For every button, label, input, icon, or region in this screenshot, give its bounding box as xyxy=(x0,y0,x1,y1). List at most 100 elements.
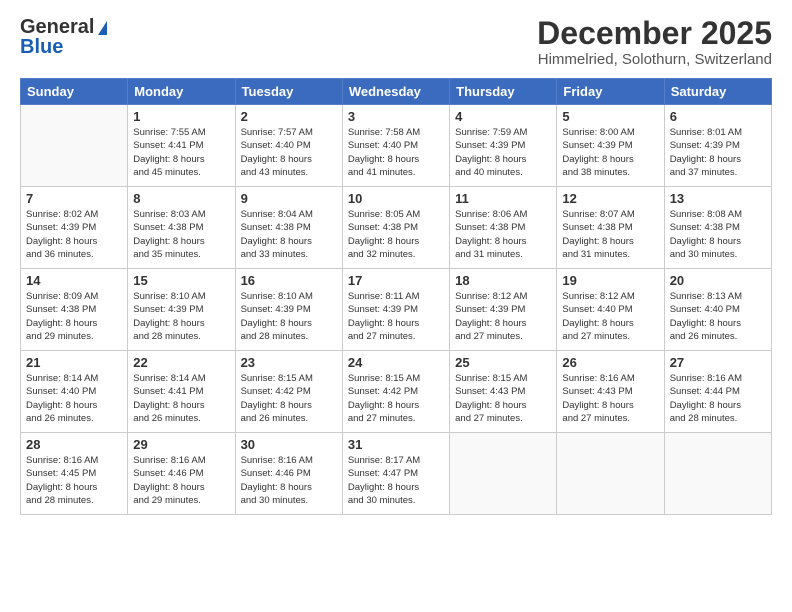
calendar-week-row: 28 Sunrise: 8:16 AM Sunset: 4:45 PM Dayli… xyxy=(21,433,772,515)
table-row: 8 Sunrise: 8:03 AM Sunset: 4:38 PM Daylig… xyxy=(128,187,235,269)
day-info: Sunrise: 8:05 AM Sunset: 4:38 PM Dayligh… xyxy=(348,208,444,261)
table-row xyxy=(21,105,128,187)
table-row: 2 Sunrise: 7:57 AM Sunset: 4:40 PM Daylig… xyxy=(235,105,342,187)
day-info: Sunrise: 8:03 AM Sunset: 4:38 PM Dayligh… xyxy=(133,208,229,261)
day-number: 29 xyxy=(133,437,229,452)
table-row: 24Sunrise: 8:15 AM Sunset: 4:42 PM Dayli… xyxy=(342,351,449,433)
table-row: 22Sunrise: 8:14 AM Sunset: 4:41 PM Dayli… xyxy=(128,351,235,433)
day-number: 22 xyxy=(133,355,229,370)
day-info: Sunrise: 8:10 AM Sunset: 4:39 PM Dayligh… xyxy=(241,290,337,343)
day-info: Sunrise: 8:04 AM Sunset: 4:38 PM Dayligh… xyxy=(241,208,337,261)
day-number: 18 xyxy=(455,273,551,288)
day-number: 5 xyxy=(562,109,658,124)
logo-blue: Blue xyxy=(20,36,63,59)
day-number: 14 xyxy=(26,273,122,288)
table-row: 14Sunrise: 8:09 AM Sunset: 4:38 PM Dayli… xyxy=(21,269,128,351)
day-number: 20 xyxy=(670,273,766,288)
day-number: 26 xyxy=(562,355,658,370)
calendar-table: Sunday Monday Tuesday Wednesday Thursday… xyxy=(20,78,772,515)
day-info: Sunrise: 8:15 AM Sunset: 4:42 PM Dayligh… xyxy=(241,372,337,425)
day-info: Sunrise: 8:07 AM Sunset: 4:38 PM Dayligh… xyxy=(562,208,658,261)
day-number: 2 xyxy=(241,109,337,124)
calendar-week-row: 14Sunrise: 8:09 AM Sunset: 4:38 PM Dayli… xyxy=(21,269,772,351)
header-saturday: Saturday xyxy=(664,79,771,105)
table-row xyxy=(664,433,771,515)
header-monday: Monday xyxy=(128,79,235,105)
day-info: Sunrise: 8:02 AM Sunset: 4:39 PM Dayligh… xyxy=(26,208,122,261)
day-number: 31 xyxy=(348,437,444,452)
day-info: Sunrise: 8:12 AM Sunset: 4:39 PM Dayligh… xyxy=(455,290,551,343)
table-row: 11Sunrise: 8:06 AM Sunset: 4:38 PM Dayli… xyxy=(450,187,557,269)
table-row: 27 Sunrise: 8:16 AM Sunset: 4:44 PM Dayli… xyxy=(664,351,771,433)
day-info: Sunrise: 8:16 AM Sunset: 4:46 PM Dayligh… xyxy=(133,454,229,507)
day-info: Sunrise: 8:13 AM Sunset: 4:40 PM Dayligh… xyxy=(670,290,766,343)
day-number: 16 xyxy=(241,273,337,288)
table-row xyxy=(450,433,557,515)
day-info: Sunrise: 7:58 AM Sunset: 4:40 PM Dayligh… xyxy=(348,126,444,179)
day-number: 28 xyxy=(26,437,122,452)
logo: General Blue xyxy=(20,16,107,59)
table-row: 15 Sunrise: 8:10 AM Sunset: 4:39 PM Dayli… xyxy=(128,269,235,351)
table-row: 1 Sunrise: 7:55 AM Sunset: 4:41 PM Daylig… xyxy=(128,105,235,187)
table-row xyxy=(557,433,664,515)
day-info: Sunrise: 8:16 AM Sunset: 4:44 PM Dayligh… xyxy=(670,372,766,425)
table-row: 4 Sunrise: 7:59 AM Sunset: 4:39 PM Daylig… xyxy=(450,105,557,187)
day-number: 3 xyxy=(348,109,444,124)
logo-triangle-icon xyxy=(98,21,107,35)
table-row: 10 Sunrise: 8:05 AM Sunset: 4:38 PM Dayli… xyxy=(342,187,449,269)
calendar-week-row: 21Sunrise: 8:14 AM Sunset: 4:40 PM Dayli… xyxy=(21,351,772,433)
day-number: 12 xyxy=(562,191,658,206)
day-number: 17 xyxy=(348,273,444,288)
table-row: 17 Sunrise: 8:11 AM Sunset: 4:39 PM Dayli… xyxy=(342,269,449,351)
day-number: 10 xyxy=(348,191,444,206)
table-row: 21Sunrise: 8:14 AM Sunset: 4:40 PM Dayli… xyxy=(21,351,128,433)
day-number: 27 xyxy=(670,355,766,370)
day-info: Sunrise: 8:16 AM Sunset: 4:43 PM Dayligh… xyxy=(562,372,658,425)
day-number: 4 xyxy=(455,109,551,124)
day-number: 21 xyxy=(26,355,122,370)
title-block: December 2025 Himmelried, Solothurn, Swi… xyxy=(537,16,772,68)
day-info: Sunrise: 8:06 AM Sunset: 4:38 PM Dayligh… xyxy=(455,208,551,261)
day-number: 23 xyxy=(241,355,337,370)
location: Himmelried, Solothurn, Switzerland xyxy=(537,51,772,68)
calendar-week-row: 7 Sunrise: 8:02 AM Sunset: 4:39 PM Daylig… xyxy=(21,187,772,269)
table-row: 28 Sunrise: 8:16 AM Sunset: 4:45 PM Dayli… xyxy=(21,433,128,515)
table-row: 6 Sunrise: 8:01 AM Sunset: 4:39 PM Daylig… xyxy=(664,105,771,187)
table-row: 19Sunrise: 8:12 AM Sunset: 4:40 PM Dayli… xyxy=(557,269,664,351)
day-info: Sunrise: 7:57 AM Sunset: 4:40 PM Dayligh… xyxy=(241,126,337,179)
day-info: Sunrise: 8:16 AM Sunset: 4:46 PM Dayligh… xyxy=(241,454,337,507)
table-row: 9 Sunrise: 8:04 AM Sunset: 4:38 PM Daylig… xyxy=(235,187,342,269)
table-row: 31 Sunrise: 8:17 AM Sunset: 4:47 PM Dayli… xyxy=(342,433,449,515)
day-number: 25 xyxy=(455,355,551,370)
day-number: 9 xyxy=(241,191,337,206)
table-row: 16 Sunrise: 8:10 AM Sunset: 4:39 PM Dayli… xyxy=(235,269,342,351)
day-number: 1 xyxy=(133,109,229,124)
day-info: Sunrise: 8:16 AM Sunset: 4:45 PM Dayligh… xyxy=(26,454,122,507)
day-info: Sunrise: 7:55 AM Sunset: 4:41 PM Dayligh… xyxy=(133,126,229,179)
header-friday: Friday xyxy=(557,79,664,105)
day-number: 7 xyxy=(26,191,122,206)
header-wednesday: Wednesday xyxy=(342,79,449,105)
day-info: Sunrise: 8:01 AM Sunset: 4:39 PM Dayligh… xyxy=(670,126,766,179)
table-row: 30 Sunrise: 8:16 AM Sunset: 4:46 PM Dayli… xyxy=(235,433,342,515)
header-tuesday: Tuesday xyxy=(235,79,342,105)
day-number: 19 xyxy=(562,273,658,288)
day-info: Sunrise: 8:10 AM Sunset: 4:39 PM Dayligh… xyxy=(133,290,229,343)
day-info: Sunrise: 8:11 AM Sunset: 4:39 PM Dayligh… xyxy=(348,290,444,343)
table-row: 29 Sunrise: 8:16 AM Sunset: 4:46 PM Dayli… xyxy=(128,433,235,515)
day-number: 30 xyxy=(241,437,337,452)
day-info: Sunrise: 8:00 AM Sunset: 4:39 PM Dayligh… xyxy=(562,126,658,179)
day-info: Sunrise: 8:17 AM Sunset: 4:47 PM Dayligh… xyxy=(348,454,444,507)
table-row: 26 Sunrise: 8:16 AM Sunset: 4:43 PM Dayli… xyxy=(557,351,664,433)
table-row: 20 Sunrise: 8:13 AM Sunset: 4:40 PM Dayli… xyxy=(664,269,771,351)
table-row: 7 Sunrise: 8:02 AM Sunset: 4:39 PM Daylig… xyxy=(21,187,128,269)
day-info: Sunrise: 8:15 AM Sunset: 4:42 PM Dayligh… xyxy=(348,372,444,425)
day-number: 8 xyxy=(133,191,229,206)
day-number: 15 xyxy=(133,273,229,288)
header-sunday: Sunday xyxy=(21,79,128,105)
header-thursday: Thursday xyxy=(450,79,557,105)
day-info: Sunrise: 7:59 AM Sunset: 4:39 PM Dayligh… xyxy=(455,126,551,179)
day-number: 6 xyxy=(670,109,766,124)
table-row: 12 Sunrise: 8:07 AM Sunset: 4:38 PM Dayli… xyxy=(557,187,664,269)
day-info: Sunrise: 8:08 AM Sunset: 4:38 PM Dayligh… xyxy=(670,208,766,261)
